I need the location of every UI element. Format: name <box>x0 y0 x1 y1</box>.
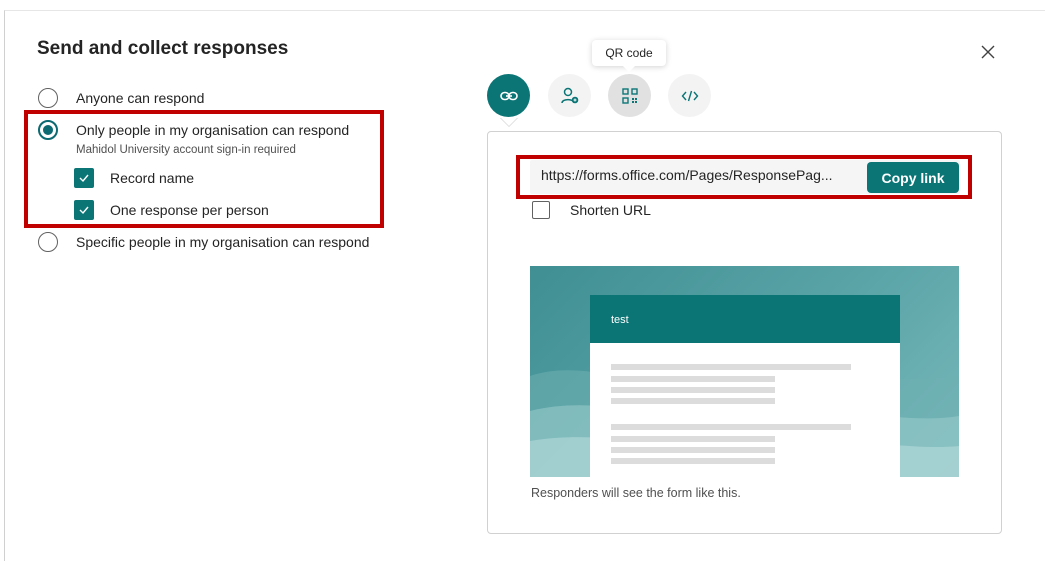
preview-placeholder-line <box>611 387 775 393</box>
copy-link-button[interactable]: Copy link <box>867 162 959 193</box>
tab-invite[interactable] <box>548 74 591 117</box>
preview-form-title: test <box>611 314 629 326</box>
preview-placeholder-line <box>611 458 775 464</box>
preview-placeholder-line <box>611 447 775 453</box>
code-icon <box>681 90 698 101</box>
preview-placeholder-line <box>611 436 775 442</box>
option-organisation-sublabel: Mahidol University account sign-in requi… <box>76 144 296 156</box>
link-url[interactable]: https://forms.office.com/Pages/ResponseP… <box>541 167 857 183</box>
qr-code-tooltip: QR code <box>592 40 666 72</box>
checkmark-icon <box>79 206 89 215</box>
preview-card: test <box>590 295 900 477</box>
shorten-url-checkbox[interactable] <box>532 201 550 219</box>
radio-anyone[interactable] <box>38 88 58 108</box>
one-response-checkbox[interactable] <box>74 200 94 220</box>
close-icon <box>981 45 995 59</box>
preview-placeholder-line <box>611 398 775 404</box>
option-specific-people-label: Specific people in my organisation can r… <box>76 234 370 250</box>
option-organisation-label: Only people in my organisation can respo… <box>76 122 350 138</box>
close-button[interactable] <box>976 40 1000 64</box>
form-preview: test <box>530 266 959 477</box>
record-name-setting[interactable]: Record name <box>74 168 194 188</box>
option-anyone[interactable]: Anyone can respond <box>38 88 204 108</box>
shorten-url-setting[interactable]: Shorten URL <box>532 201 651 219</box>
preview-placeholder-line <box>611 376 775 382</box>
preview-caption: Responders will see the form like this. <box>531 486 741 500</box>
one-response-label: One response per person <box>110 202 269 218</box>
one-response-setting[interactable]: One response per person <box>74 200 269 220</box>
tab-qr-code[interactable] <box>608 74 651 117</box>
tab-link[interactable] <box>487 74 530 117</box>
radio-organisation[interactable] <box>38 120 58 140</box>
preview-placeholder-line <box>611 364 851 370</box>
preview-placeholder-line <box>611 424 851 430</box>
checkmark-icon <box>79 174 89 183</box>
record-name-label: Record name <box>110 170 195 186</box>
link-icon <box>499 91 518 100</box>
preview-card-header: test <box>590 295 900 343</box>
qr-code-icon <box>621 87 638 104</box>
option-anyone-label: Anyone can respond <box>76 90 205 106</box>
dialog-title: Send and collect responses <box>37 38 289 59</box>
person-add-icon <box>560 87 578 103</box>
option-organisation[interactable]: Only people in my organisation can respo… <box>38 120 349 140</box>
record-name-checkbox[interactable] <box>74 168 94 188</box>
shorten-url-label: Shorten URL <box>570 202 651 218</box>
option-specific-people[interactable]: Specific people in my organisation can r… <box>38 232 369 252</box>
tab-embed[interactable] <box>668 74 711 117</box>
active-tab-pointer <box>500 117 518 126</box>
radio-specific-people[interactable] <box>38 232 58 252</box>
